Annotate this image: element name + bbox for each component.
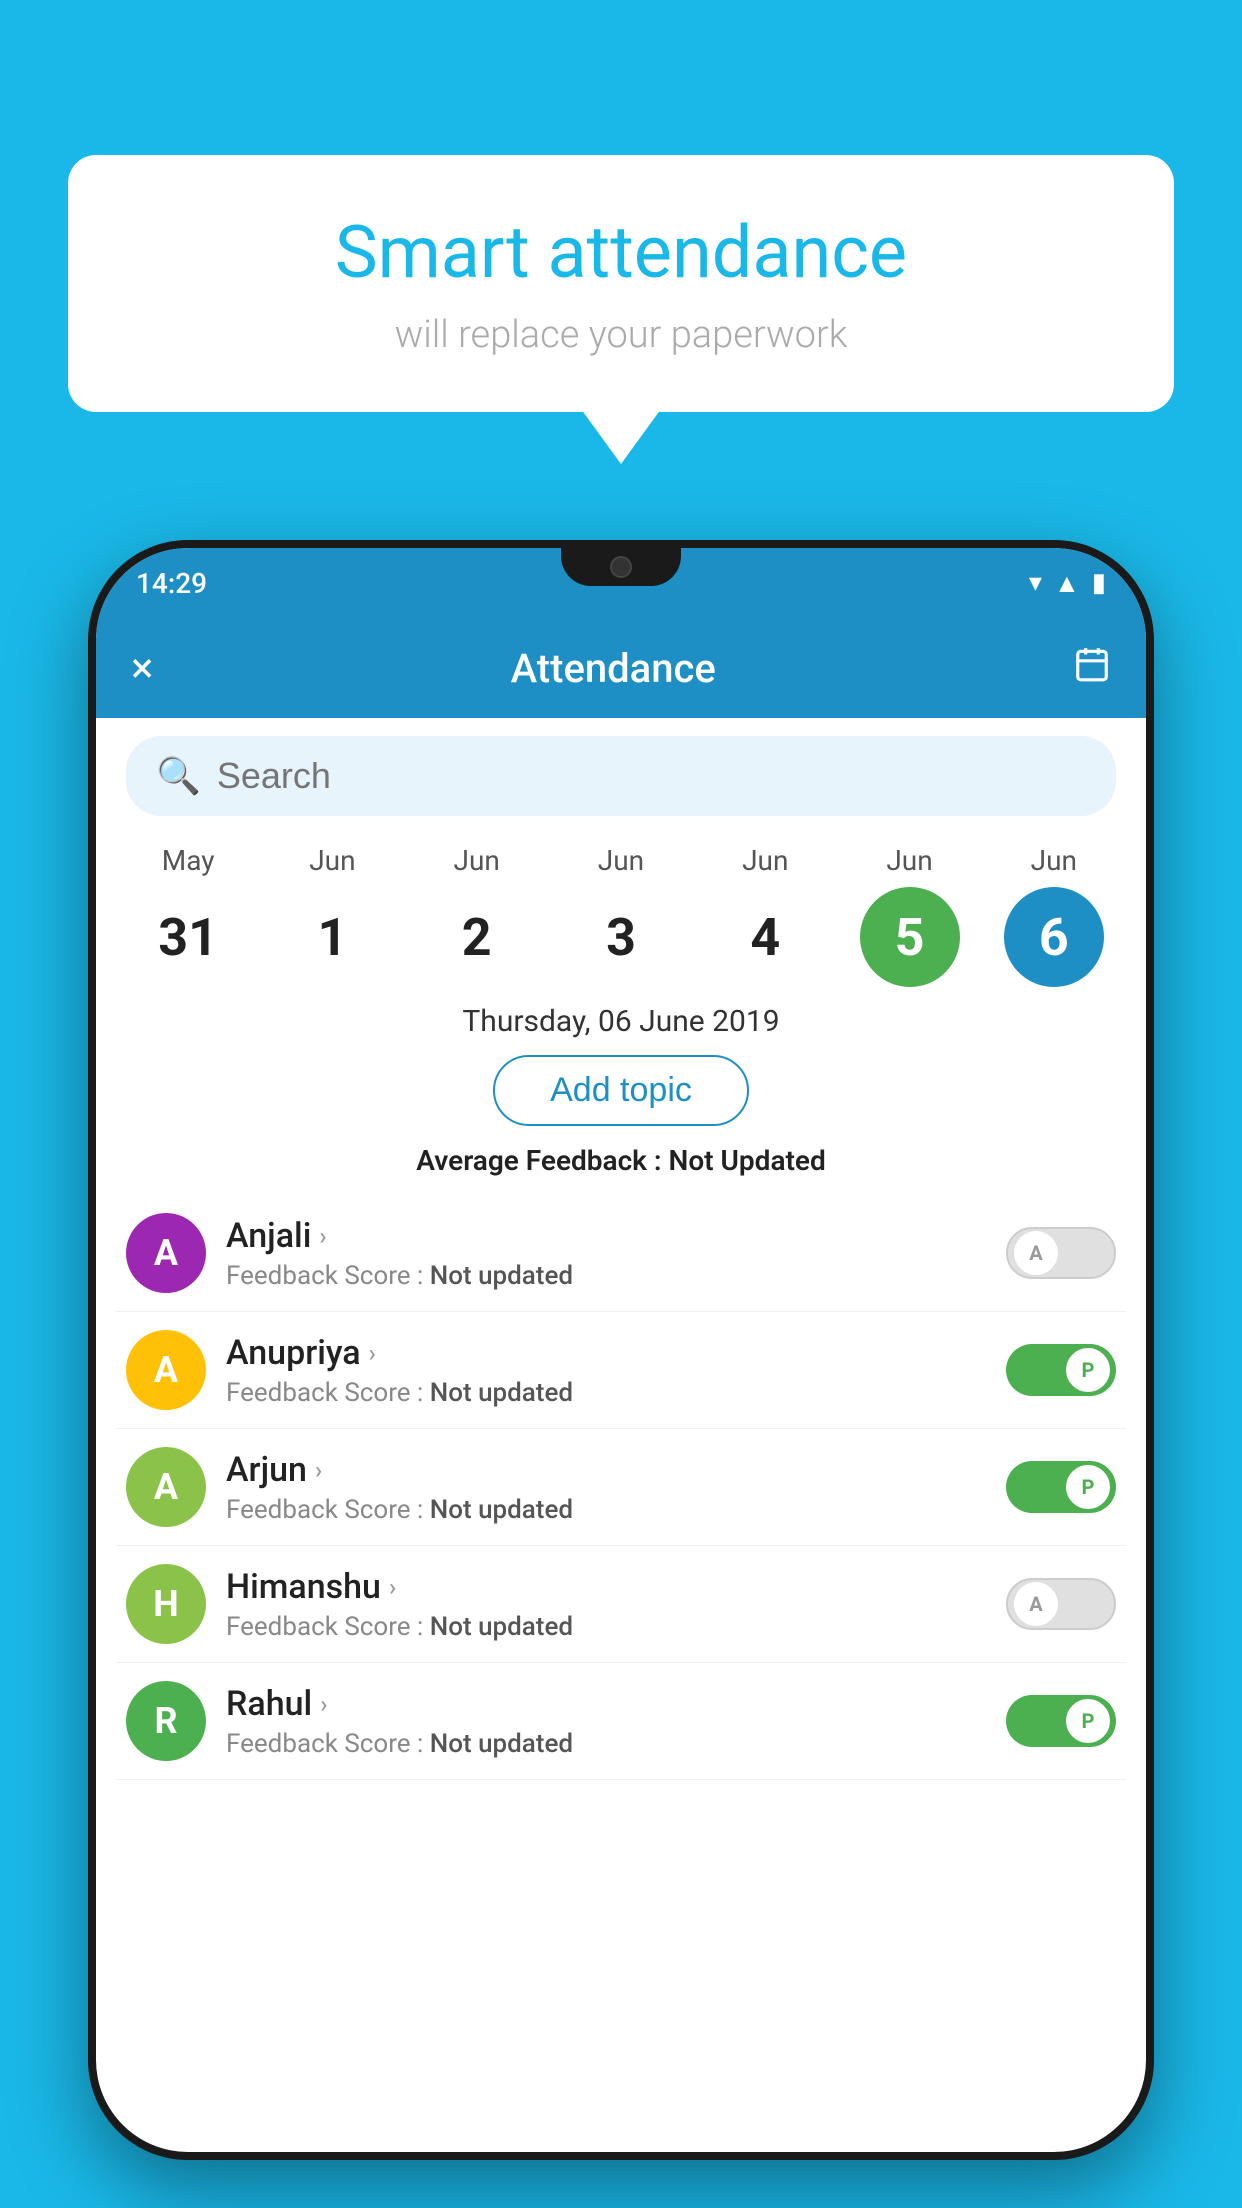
calendar-day[interactable]: Jun 1 xyxy=(267,844,397,987)
add-topic-button[interactable]: Add topic xyxy=(493,1055,749,1126)
student-feedback: Feedback Score : Not updated xyxy=(226,1261,986,1291)
attendance-toggle[interactable]: A xyxy=(1006,1578,1116,1630)
search-icon: 🔍 xyxy=(156,755,201,797)
chevron-icon: › xyxy=(320,1690,327,1718)
student-feedback: Feedback Score : Not updated xyxy=(226,1495,986,1525)
search-bar[interactable]: 🔍 xyxy=(126,736,1116,816)
toggle-container[interactable]: P xyxy=(1006,1695,1116,1747)
avatar: A xyxy=(126,1330,206,1410)
toggle-knob: A xyxy=(1013,1230,1059,1276)
status-time: 14:29 xyxy=(136,567,207,600)
wifi-icon: ▾ xyxy=(1029,568,1042,598)
search-input[interactable] xyxy=(217,755,1086,797)
avatar: A xyxy=(126,1213,206,1293)
cal-date[interactable]: 2 xyxy=(427,887,527,987)
app-bar-title: Attendance xyxy=(511,645,716,692)
calendar-strip: May 31 Jun 1 Jun 2 Jun 3 Jun 4 Jun 5 Jun 6 xyxy=(96,834,1146,992)
cal-month: Jun xyxy=(886,844,932,877)
cal-date[interactable]: 6 xyxy=(1004,887,1104,987)
student-name: Rahul › xyxy=(226,1684,986,1724)
phone-inner: 14:29 ▾ ▲ ▮ × Attendance 🔍 xyxy=(96,548,1146,2152)
status-bar: 14:29 ▾ ▲ ▮ xyxy=(96,548,1146,618)
calendar-day[interactable]: May 31 xyxy=(123,844,253,987)
phone-frame: 14:29 ▾ ▲ ▮ × Attendance 🔍 xyxy=(88,540,1154,2160)
student-item[interactable]: R Rahul › Feedback Score : Not updated P xyxy=(116,1663,1126,1780)
toggle-knob: P xyxy=(1065,1698,1111,1744)
cal-month: May xyxy=(162,844,215,877)
calendar-icon[interactable] xyxy=(1073,645,1111,692)
avatar: A xyxy=(126,1447,206,1527)
calendar-day[interactable]: Jun 3 xyxy=(556,844,686,987)
avatar: R xyxy=(126,1681,206,1761)
calendar-day[interactable]: Jun 2 xyxy=(412,844,542,987)
avg-feedback-value: Not Updated xyxy=(669,1144,826,1177)
student-feedback: Feedback Score : Not updated xyxy=(226,1378,986,1408)
notch-camera xyxy=(610,556,632,578)
student-name: Anjali › xyxy=(226,1216,986,1256)
avatar: H xyxy=(126,1564,206,1644)
toggle-container[interactable]: A xyxy=(1006,1227,1116,1279)
student-info: Anupriya › Feedback Score : Not updated xyxy=(226,1333,986,1408)
attendance-toggle[interactable]: A xyxy=(1006,1227,1116,1279)
student-item[interactable]: A Anupriya › Feedback Score : Not updated P xyxy=(116,1312,1126,1429)
avg-feedback-label: Average Feedback : xyxy=(416,1144,668,1177)
attendance-toggle[interactable]: P xyxy=(1006,1695,1116,1747)
cal-month: Jun xyxy=(598,844,644,877)
student-item[interactable]: A Arjun › Feedback Score : Not updated P xyxy=(116,1429,1126,1546)
student-info: Arjun › Feedback Score : Not updated xyxy=(226,1450,986,1525)
student-feedback: Feedback Score : Not updated xyxy=(226,1612,986,1642)
battery-icon: ▮ xyxy=(1092,568,1106,598)
close-button[interactable]: × xyxy=(131,644,153,693)
attendance-toggle[interactable]: P xyxy=(1006,1344,1116,1396)
calendar-day[interactable]: Jun 5 xyxy=(845,844,975,987)
student-item[interactable]: H Himanshu › Feedback Score : Not updated A xyxy=(116,1546,1126,1663)
selected-date-label: Thursday, 06 June 2019 xyxy=(96,1004,1146,1039)
student-feedback: Feedback Score : Not updated xyxy=(226,1729,986,1759)
cal-month: Jun xyxy=(309,844,355,877)
avg-feedback: Average Feedback : Not Updated xyxy=(96,1144,1146,1177)
chevron-icon: › xyxy=(319,1222,326,1250)
student-list: AAnjali ›Feedback Score : Not updatedAAA… xyxy=(96,1195,1146,1780)
chevron-icon: › xyxy=(369,1339,376,1367)
cal-date[interactable]: 4 xyxy=(715,887,815,987)
toggle-container[interactable]: P xyxy=(1006,1461,1116,1513)
status-icons: ▾ ▲ ▮ xyxy=(1029,568,1106,599)
attendance-toggle[interactable]: P xyxy=(1006,1461,1116,1513)
student-info: Rahul › Feedback Score : Not updated xyxy=(226,1684,986,1759)
notch xyxy=(561,548,681,586)
chevron-icon: › xyxy=(389,1573,396,1601)
cal-month: Jun xyxy=(1031,844,1077,877)
bubble-subtitle: will replace your paperwork xyxy=(128,313,1114,357)
toggle-container[interactable]: A xyxy=(1006,1578,1116,1630)
chevron-icon: › xyxy=(315,1456,322,1484)
cal-month: Jun xyxy=(454,844,500,877)
student-name: Himanshu › xyxy=(226,1567,986,1607)
app-bar: × Attendance xyxy=(96,618,1146,718)
student-name: Anupriya › xyxy=(226,1333,986,1373)
toggle-container[interactable]: P xyxy=(1006,1344,1116,1396)
student-item[interactable]: A Anjali › Feedback Score : Not updated A xyxy=(116,1195,1126,1312)
student-info: Anjali › Feedback Score : Not updated xyxy=(226,1216,986,1291)
student-info: Himanshu › Feedback Score : Not updated xyxy=(226,1567,986,1642)
calendar-day[interactable]: Jun 6 xyxy=(989,844,1119,987)
cal-date[interactable]: 5 xyxy=(860,887,960,987)
cal-date[interactable]: 3 xyxy=(571,887,671,987)
cal-month: Jun xyxy=(742,844,788,877)
cal-date[interactable]: 31 xyxy=(138,887,238,987)
speech-bubble-wrapper: Smart attendance will replace your paper… xyxy=(68,155,1174,412)
student-name: Arjun › xyxy=(226,1450,986,1490)
signal-icon: ▲ xyxy=(1054,568,1080,599)
toggle-knob: A xyxy=(1013,1581,1059,1627)
calendar-day[interactable]: Jun 4 xyxy=(700,844,830,987)
bubble-title: Smart attendance xyxy=(128,210,1114,295)
toggle-knob: P xyxy=(1065,1347,1111,1393)
toggle-knob: P xyxy=(1065,1464,1111,1510)
cal-date[interactable]: 1 xyxy=(282,887,382,987)
speech-bubble: Smart attendance will replace your paper… xyxy=(68,155,1174,412)
